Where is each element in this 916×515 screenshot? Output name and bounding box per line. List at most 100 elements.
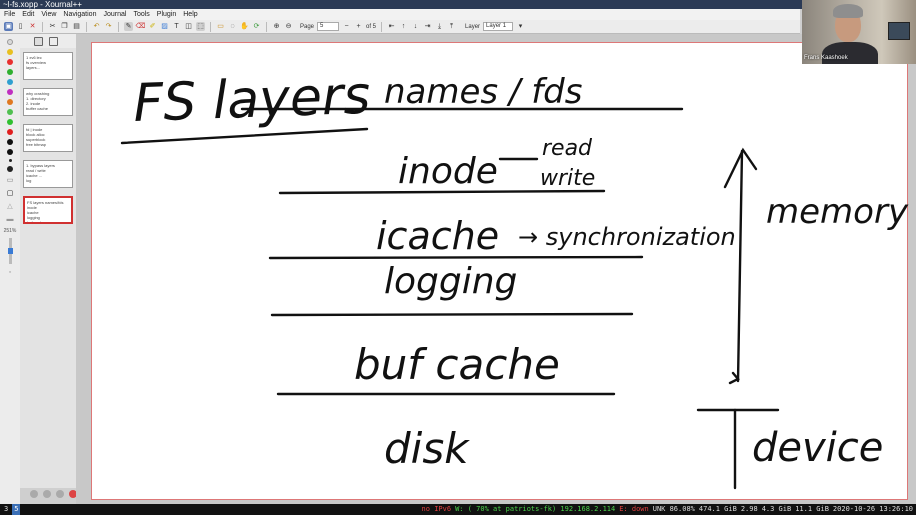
note-inode: inode <box>398 151 498 192</box>
menu-file[interactable]: File <box>4 9 15 20</box>
ruler-icon[interactable]: ▬ <box>6 215 15 224</box>
page-thumbnail-selected[interactable]: FS layers names/fds inode icache logging… <box>23 196 73 224</box>
zoom-in-icon[interactable]: ⊕ <box>272 22 281 31</box>
menu-edit[interactable]: Edit <box>22 9 34 20</box>
page-thumbnail[interactable]: 1 xv6 lec fs overview layers... <box>23 52 73 80</box>
color-swatch[interactable] <box>7 69 13 75</box>
page-icon[interactable]: ▫ <box>6 268 15 277</box>
menu-plugin[interactable]: Plugin <box>157 9 176 20</box>
color-swatch[interactable] <box>7 79 13 85</box>
text-tool-icon[interactable]: T <box>172 22 181 31</box>
color-swatch[interactable] <box>7 99 13 105</box>
pen-size-large-icon[interactable] <box>7 166 13 172</box>
note-icache: icache <box>376 214 499 258</box>
pen-size-small-icon[interactable] <box>8 159 12 162</box>
layer-label: Layer <box>465 23 481 30</box>
toolbar-divider <box>42 21 43 32</box>
layer-view-icon[interactable] <box>49 36 58 46</box>
page-number-input[interactable]: 5 <box>317 22 340 31</box>
redo-icon[interactable]: ↷ <box>104 22 113 31</box>
note-names-fds: names / fds <box>384 72 582 112</box>
zoom-level: 251% <box>3 228 17 234</box>
toolbar: ▣ ▯ ✕ ✂ ❐ ▤ ↶ ↷ ✎ ⌫ ✐ ▨ T ◫ ⬚ ▭ ◌ ✋ ⟳ ⊕ … <box>0 20 800 34</box>
move-down-icon[interactable] <box>43 490 51 498</box>
pen-tool-icon[interactable]: ✎ <box>124 22 133 31</box>
first-page-icon[interactable]: ⇤ <box>387 22 396 31</box>
copy-page-icon[interactable] <box>56 490 64 498</box>
note-write: write <box>540 166 595 191</box>
layer-menu-icon[interactable]: ▾ <box>516 22 525 31</box>
paste-icon[interactable]: ▤ <box>72 22 81 31</box>
workspace-button[interactable]: 3 <box>2 504 10 515</box>
layer-down-icon[interactable]: ⤓ <box>435 22 444 31</box>
color-swatch[interactable] <box>7 129 13 135</box>
color-swatch[interactable] <box>7 109 13 115</box>
undo-icon[interactable]: ↶ <box>92 22 101 31</box>
move-up-icon[interactable] <box>30 490 38 498</box>
note-memory: memory <box>766 192 909 232</box>
new-page-icon[interactable]: ▯ <box>16 22 25 31</box>
select-region-icon[interactable]: ◌ <box>228 22 237 31</box>
delete-page-icon[interactable]: ✕ <box>28 22 37 31</box>
thumbnail-view-icon[interactable] <box>34 36 43 46</box>
color-swatch[interactable] <box>7 119 13 125</box>
prev-page-icon[interactable]: ↑ <box>399 22 408 31</box>
workspace-button-active[interactable]: 5 <box>12 504 21 515</box>
page-thumbnail[interactable]: fd | inode block alloc superblock free b… <box>23 124 73 152</box>
screen-icon[interactable]: ▢ <box>6 189 15 198</box>
zoom-out-icon[interactable]: ⊖ <box>284 22 293 31</box>
color-swatch[interactable] <box>7 89 13 95</box>
color-swatch[interactable] <box>7 149 13 155</box>
page-thumbnail[interactable]: 1. bypass layers read / write icache ...… <box>23 160 73 188</box>
page-thumbnail[interactable]: why crashing 1. directory 2. inode buffe… <box>23 88 73 116</box>
status-ipv6: no IPv6 <box>421 505 452 513</box>
toolbar-divider <box>381 21 383 32</box>
notebook-page[interactable]: FS layers names / fds inode read write i… <box>91 42 909 500</box>
select-rect-icon[interactable]: ▭ <box>216 22 225 31</box>
image-icon[interactable]: ▨ <box>160 22 169 31</box>
page-decrement-icon[interactable]: − <box>342 22 351 31</box>
status-memory: 4.3 GiB <box>761 505 792 513</box>
color-swatch[interactable] <box>7 49 13 55</box>
hand-tool-icon[interactable]: ✋ <box>240 22 249 31</box>
page-count: of 5 <box>366 23 377 30</box>
zoom-slider[interactable] <box>7 238 13 264</box>
shape-tool-icon[interactable]: ◫ <box>184 22 193 31</box>
refresh-icon[interactable]: ⟳ <box>252 22 261 31</box>
highlighter-icon[interactable]: ✐ <box>148 22 157 31</box>
status-wifi: W: ( 70% at patriots-fk) 192.168.2.114 <box>455 505 616 513</box>
fill-icon[interactable]: ▭ <box>6 176 15 185</box>
cut-icon[interactable]: ✂ <box>48 22 57 31</box>
page-label: Page <box>300 23 315 30</box>
color-swatch[interactable] <box>7 39 13 45</box>
note-title: FS layers <box>132 66 371 134</box>
copy-icon[interactable]: ❐ <box>60 22 69 31</box>
last-page-icon[interactable]: ⇥ <box>423 22 432 31</box>
select-tool-icon[interactable]: ⬚ <box>196 22 205 31</box>
menubar: File Edit View Navigation Journal Tools … <box>0 9 800 20</box>
status-battery: UNK 86.08% <box>652 505 695 513</box>
webcam-picture-frame <box>888 22 910 40</box>
menu-view[interactable]: View <box>41 9 56 20</box>
memory-arrow-shaft <box>736 149 744 383</box>
eraser-icon[interactable]: ⌫ <box>136 22 146 31</box>
layer-up-icon[interactable]: ⤒ <box>447 22 456 31</box>
note-logging: logging <box>384 261 517 302</box>
menu-navigation[interactable]: Navigation <box>63 9 96 20</box>
webcam-name-label: Frans Kaashoek <box>804 55 848 61</box>
system-statusbar: 3 5 no IPv6 W: ( 70% at patriots-fk) 192… <box>0 504 916 515</box>
layer-select[interactable]: Layer 1 <box>483 22 514 31</box>
page-increment-icon[interactable]: + <box>354 22 363 31</box>
toolbar-divider <box>210 21 211 32</box>
triangle-icon[interactable]: △ <box>6 202 15 211</box>
color-swatch[interactable] <box>7 139 13 145</box>
next-page-icon[interactable]: ↓ <box>411 22 420 31</box>
page-sidebar: 1 xv6 lec fs overview layers... why cras… <box>20 48 76 488</box>
menu-journal[interactable]: Journal <box>103 9 126 20</box>
menu-help[interactable]: Help <box>183 9 197 20</box>
menu-tools[interactable]: Tools <box>133 9 149 20</box>
note-buf-cache: buf cache <box>354 340 560 389</box>
color-swatch[interactable] <box>7 59 13 65</box>
save-icon[interactable]: ▣ <box>4 22 13 31</box>
toolbar-divider <box>266 21 267 32</box>
